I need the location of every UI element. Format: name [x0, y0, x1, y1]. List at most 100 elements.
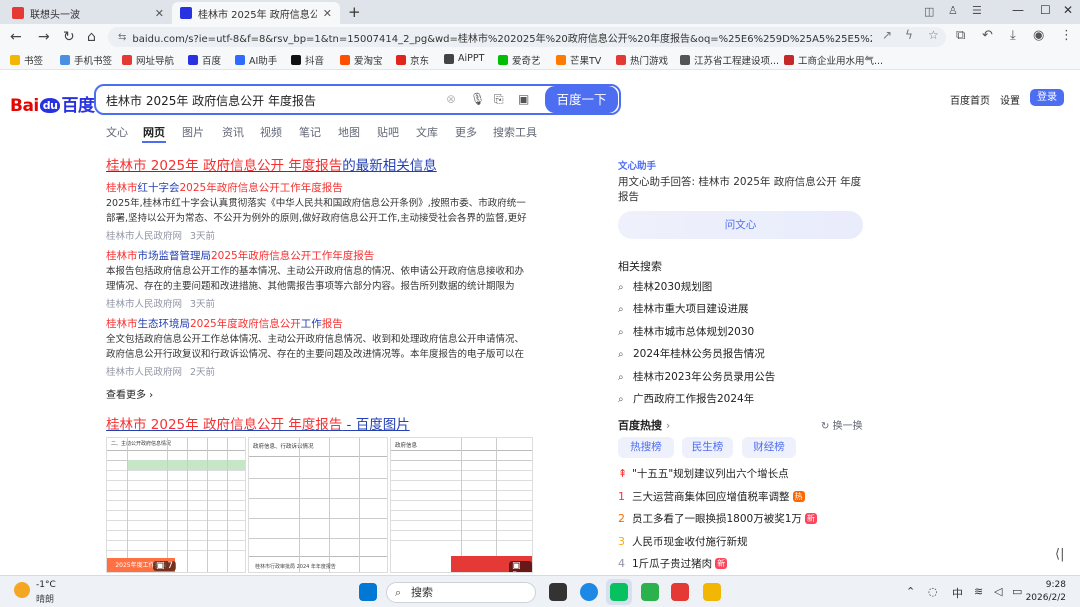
tab-close-icon[interactable]: ✕: [155, 7, 164, 20]
search-button[interactable]: 百度一下: [545, 86, 618, 113]
baidu-home-link[interactable]: 百度首页: [950, 92, 990, 107]
tray-chevron-icon[interactable]: ⌃: [906, 585, 915, 598]
related-search-item[interactable]: ⌕ 桂林市重大项目建设进展: [618, 301, 749, 316]
pill-livelihood[interactable]: 民生榜: [682, 437, 733, 458]
login-button[interactable]: 登录: [1030, 89, 1064, 106]
tab-map[interactable]: 地图: [338, 124, 360, 140]
menu-icon[interactable]: ☰: [972, 4, 982, 17]
bookmark-item[interactable]: 爱淘宝: [340, 53, 383, 67]
refresh-hot-button[interactable]: ↻ 换一换: [821, 417, 863, 432]
tab-wenxin[interactable]: 文心: [106, 124, 128, 140]
hot-item[interactable]: ⇞ "十五五"规划建议列出六个增长点: [618, 466, 789, 481]
ask-wenxin-button[interactable]: 问文心: [618, 211, 863, 239]
wifi-icon[interactable]: ≋: [974, 585, 983, 598]
result-image-2[interactable]: 政府信息、行政诉讼情况 桂林市行政审批局 2024 年年度报告: [248, 437, 388, 573]
hot-search-title[interactable]: 百度热搜 ›: [618, 417, 670, 433]
hot-item[interactable]: 2 员工多看了一眼换损1800万被奖1万新: [618, 511, 817, 526]
bookmark-item[interactable]: 抖音: [291, 53, 324, 67]
tab-tieba[interactable]: 贴吧: [377, 124, 399, 140]
bookmark-item[interactable]: 京东: [396, 53, 429, 67]
wechat-icon[interactable]: [610, 583, 628, 601]
tab-close-icon[interactable]: ✕: [323, 7, 332, 20]
related-search-item[interactable]: ⌕ 桂林市2023年公务员录用公告: [618, 369, 775, 384]
site-info-icon[interactable]: ⇆: [118, 32, 126, 43]
tab-more[interactable]: 更多: [455, 124, 477, 140]
hot-item[interactable]: 4 1斤瓜子贵过猪肉新: [618, 556, 728, 571]
attachment-icon[interactable]: ⎘: [494, 92, 504, 107]
url-input[interactable]: ⇆ baidu.com/s?ie=utf-8&f=8&rsv_bp=1&tn=1…: [108, 27, 946, 47]
tab-web[interactable]: 网页: [143, 124, 165, 140]
home-icon[interactable]: ⌂: [87, 29, 96, 45]
pill-finance[interactable]: 财经榜: [742, 437, 796, 458]
image-search-icon[interactable]: ▣: [518, 92, 529, 106]
forward-icon[interactable]: →: [38, 29, 50, 45]
related-search-item[interactable]: ⌕ 2024年桂林公务员报告情况: [618, 346, 765, 361]
browser-tab-2[interactable]: 桂林市 2025年 政府信息公开 年度 ✕: [172, 2, 340, 24]
taskbar-search-input[interactable]: ⌕ 搜索: [386, 582, 536, 603]
close-window-icon[interactable]: ✕: [1063, 3, 1073, 17]
start-icon[interactable]: [359, 583, 377, 601]
undo-icon[interactable]: ↶: [982, 28, 993, 43]
edge-browser-icon[interactable]: [580, 583, 598, 601]
result-image-1[interactable]: 二、主动公开政府信息情况 2025年度工作报告 ▣ 7: [106, 437, 246, 573]
bookmark-item[interactable]: 网址导航: [122, 53, 174, 67]
taskview-icon[interactable]: [549, 583, 567, 601]
info-item-title[interactable]: 桂林市红十字会2025年政府信息公开工作年度报告: [106, 180, 343, 195]
tab-video[interactable]: 视频: [260, 124, 282, 140]
new-tab-button[interactable]: +: [348, 3, 361, 21]
chat-icon[interactable]: [641, 583, 659, 601]
microphone-icon[interactable]: 🎙︎: [470, 92, 485, 106]
pill-hot-list[interactable]: 热搜榜: [618, 437, 674, 458]
maximize-icon[interactable]: ☐: [1040, 3, 1051, 17]
user-icon[interactable]: ♙: [948, 4, 958, 17]
related-search-item[interactable]: ⌕ 广西政府工作报告2024年: [618, 391, 754, 406]
baidu-logo[interactable]: Bai du 百度: [10, 91, 95, 116]
minimize-icon[interactable]: —: [1012, 3, 1024, 17]
collapse-panel-icon[interactable]: ⟨|: [1055, 547, 1064, 562]
browser-tab-1[interactable]: 联想头一波 ✕: [4, 2, 172, 24]
bookmark-item[interactable]: AI助手: [235, 53, 277, 67]
bookmark-item[interactable]: 书签: [10, 53, 43, 67]
bookmark-item[interactable]: 工商企业用水用气...: [784, 53, 883, 67]
related-search-item[interactable]: ⌕ 桂林市城市总体规划2030: [618, 324, 754, 339]
download-icon[interactable]: ⤓: [1010, 28, 1016, 43]
bookmark-item[interactable]: 手机书签: [60, 53, 112, 67]
more-icon[interactable]: ⋮: [1060, 28, 1073, 43]
back-icon[interactable]: ←: [10, 29, 22, 45]
search-input[interactable]: 桂林市 2025年 政府信息公开 年度报告 ⊗ 🎙︎ ⎘ ▣: [94, 84, 621, 115]
see-more-link[interactable]: 查看更多 ›: [106, 386, 153, 401]
bookmark-item[interactable]: 百度: [188, 53, 221, 67]
related-search-item[interactable]: ⌕ 桂林2030规划图: [618, 279, 712, 294]
result-title-latest-info[interactable]: 桂林市 2025年 政府信息公开 年度报告的最新相关信息: [106, 154, 437, 174]
extensions-icon[interactable]: ⧉: [956, 28, 965, 43]
clear-icon[interactable]: ⊗: [446, 92, 456, 106]
file-explorer-icon[interactable]: [703, 583, 721, 601]
wps-icon[interactable]: [671, 583, 689, 601]
tab-search-tools[interactable]: 搜索工具: [493, 124, 537, 140]
bookmark-item[interactable]: 江苏省工程建设项...: [680, 53, 779, 67]
hot-item[interactable]: 1 三大运营商集体回应增值税率调整热: [618, 489, 805, 504]
tab-news[interactable]: 资讯: [222, 124, 244, 140]
tray-app-icon[interactable]: ◌: [928, 585, 938, 598]
hot-item[interactable]: 3 人民币现金收付施行新规: [618, 534, 748, 549]
bookmark-item[interactable]: AiPPT: [444, 53, 484, 64]
star-icon[interactable]: ☆: [928, 28, 939, 42]
tab-images[interactable]: 图片: [182, 124, 204, 140]
bookmark-item[interactable]: 芒果TV: [556, 53, 601, 67]
settings-link[interactable]: 设置: [1000, 92, 1020, 107]
info-item-title[interactable]: 桂林市生态环境局2025年度政府信息公开工作报告: [106, 316, 343, 331]
refresh-icon[interactable]: ↻: [63, 29, 75, 45]
profile-icon[interactable]: ◉: [1033, 28, 1044, 43]
share-icon[interactable]: ↗: [882, 28, 892, 42]
volume-icon[interactable]: ◁: [994, 585, 1002, 598]
sidebar-icon[interactable]: ◫: [924, 5, 934, 18]
result-image-3[interactable]: 政府信息 ▣ 5: [390, 437, 533, 573]
lightning-icon[interactable]: ϟ: [905, 28, 913, 42]
bookmark-item[interactable]: 热门游戏: [616, 53, 668, 67]
ime-indicator[interactable]: 中: [952, 585, 963, 601]
result-title-baidu-images[interactable]: 桂林市 2025年 政府信息公开 年度报告 - 百度图片: [106, 413, 410, 433]
tab-notes[interactable]: 笔记: [299, 124, 321, 140]
info-item-title[interactable]: 桂林市市场监督管理局2025年政府信息公开工作年度报告: [106, 248, 374, 263]
tab-wenku[interactable]: 文库: [416, 124, 438, 140]
bookmark-item[interactable]: 爱奇艺: [498, 53, 541, 67]
